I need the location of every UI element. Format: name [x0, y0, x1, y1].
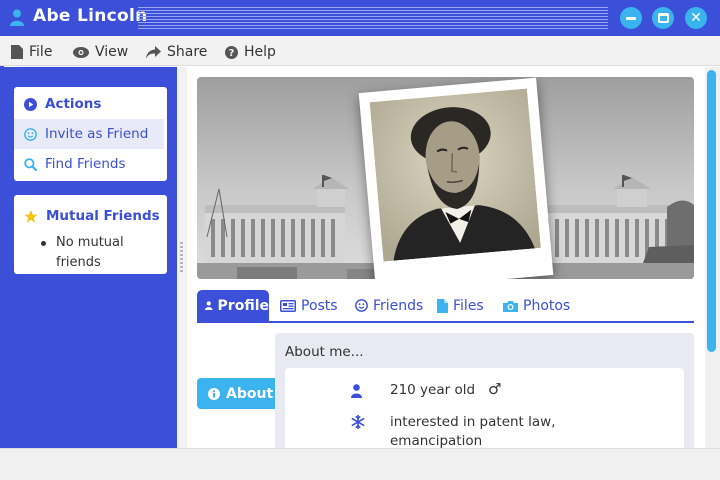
- user-icon: [351, 384, 362, 398]
- menu-view-label: View: [95, 44, 129, 60]
- play-circle-icon: [24, 97, 37, 111]
- user-icon: [205, 301, 213, 310]
- search-icon: [24, 157, 37, 171]
- tab-posts-label: Posts: [301, 297, 338, 314]
- about-details: 210 year old ♂ interested in patent law,…: [285, 368, 684, 448]
- menu-file[interactable]: File: [11, 42, 52, 62]
- mutual-friends-list: No mutual friends: [40, 233, 160, 273]
- menu-bar: File View Share ? Help: [0, 36, 720, 66]
- actions-heading-label: Actions: [45, 96, 102, 112]
- star-icon: [24, 209, 38, 223]
- snowflake-icon: [351, 415, 365, 429]
- tab-files-label: Files: [453, 297, 484, 314]
- invite-as-friend-button[interactable]: Invite as Friend: [14, 119, 164, 149]
- tab-photos[interactable]: Photos: [503, 290, 570, 321]
- scrollbar-thumb[interactable]: [707, 70, 716, 352]
- newspaper-icon: [280, 299, 296, 312]
- actions-heading: Actions: [14, 89, 167, 119]
- tab-posts[interactable]: Posts: [280, 290, 338, 321]
- about-panel: About me... 210 year old ♂ interested in…: [275, 333, 694, 448]
- file-icon: [437, 298, 448, 313]
- list-item: No mutual friends: [40, 233, 160, 273]
- menu-view[interactable]: View: [73, 42, 128, 62]
- close-button[interactable]: ✕: [685, 7, 707, 29]
- main-content: Profile Posts Friends Files Photos About…: [187, 67, 720, 448]
- about-tab-label: About: [226, 385, 274, 402]
- status-bar: [0, 448, 720, 480]
- menu-file-label: File: [29, 44, 53, 60]
- mutual-heading-label: Mutual Friends: [46, 208, 160, 224]
- splitter-grip[interactable]: [180, 242, 183, 272]
- svg-text:?: ?: [229, 48, 235, 59]
- tab-profile[interactable]: Profile: [197, 290, 269, 321]
- smile-icon: [24, 127, 37, 141]
- pane-splitter[interactable]: [177, 67, 187, 448]
- sidebar: Actions Invite as Friend Find Friends Mu…: [4, 67, 177, 448]
- mutual-friends-card: Mutual Friends No mutual friends: [14, 195, 167, 274]
- profile-photo[interactable]: [358, 77, 554, 279]
- menu-share[interactable]: Share: [146, 42, 207, 62]
- actions-card: Actions Invite as Friend Find Friends: [14, 87, 167, 181]
- menu-help[interactable]: ? Help: [225, 42, 276, 62]
- find-friends-label: Find Friends: [45, 156, 126, 172]
- eye-icon: [73, 46, 89, 58]
- male-icon: ♂: [487, 380, 502, 398]
- tab-profile-label: Profile: [217, 297, 269, 314]
- info-icon: [208, 387, 220, 400]
- interests-text: interested in patent law, emancipation: [390, 414, 556, 448]
- camera-icon: [503, 300, 518, 312]
- menu-share-label: Share: [167, 44, 208, 60]
- about-title: About me...: [285, 344, 364, 360]
- help-icon: ?: [225, 45, 238, 59]
- vertical-scrollbar[interactable]: [705, 67, 720, 448]
- menu-help-label: Help: [244, 44, 276, 60]
- smile-icon: [355, 299, 368, 312]
- maximize-icon: [657, 13, 669, 23]
- window-title: Abe Lincoln: [33, 6, 148, 26]
- title-bar[interactable]: Abe Lincoln ✕: [0, 0, 720, 36]
- age-text: 210 year old ♂: [390, 380, 630, 400]
- age-value: 210 year old: [390, 382, 476, 398]
- cover-image: [197, 77, 694, 279]
- title-drag-grip[interactable]: [138, 7, 608, 29]
- minimize-button[interactable]: [620, 7, 642, 29]
- tab-friends-label: Friends: [373, 297, 424, 314]
- tab-friends[interactable]: Friends: [355, 290, 423, 321]
- invite-label: Invite as Friend: [45, 126, 149, 142]
- tab-photos-label: Photos: [523, 297, 571, 314]
- close-icon: ✕: [690, 10, 702, 26]
- minimize-icon: [626, 16, 636, 20]
- tab-files[interactable]: Files: [437, 290, 484, 321]
- mutual-friends-heading: Mutual Friends: [14, 201, 167, 231]
- user-icon: [10, 9, 24, 30]
- profile-tabs: Profile Posts Friends Files Photos: [197, 289, 694, 323]
- about-tab[interactable]: About: [197, 378, 275, 409]
- file-icon: [11, 45, 23, 59]
- maximize-button[interactable]: [652, 7, 674, 29]
- find-friends-button[interactable]: Find Friends: [14, 149, 167, 179]
- share-icon: [146, 45, 161, 59]
